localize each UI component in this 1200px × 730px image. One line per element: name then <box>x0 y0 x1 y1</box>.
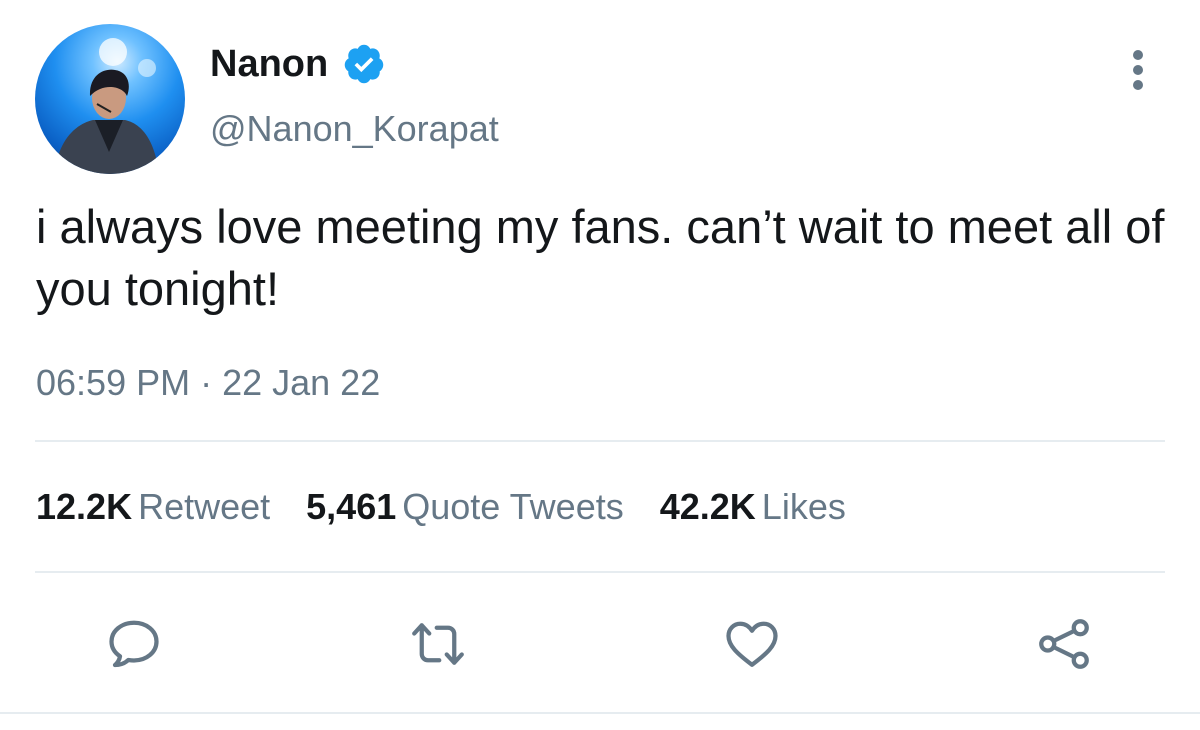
user-handle[interactable]: @Nanon_Korapat <box>210 106 499 152</box>
like-button[interactable] <box>722 614 782 674</box>
retweets-count: 12.2K <box>36 486 133 527</box>
heart-icon <box>726 621 778 667</box>
retweet-button[interactable] <box>408 614 468 674</box>
divider <box>35 571 1165 573</box>
avatar-image <box>55 38 159 174</box>
likes-stat[interactable]: 42.2K Likes <box>660 484 846 530</box>
likes-label: Likes <box>761 486 846 527</box>
quote-tweets-count: 5,461 <box>306 486 397 527</box>
engagement-stats: 12.2K Retweet 5,461 Quote Tweets 42.2K Likes <box>36 484 882 530</box>
tweet-card: Nanon @Nanon_Korapat i always love meeti… <box>0 0 1200 730</box>
divider <box>0 712 1200 714</box>
more-options-icon[interactable] <box>1124 50 1152 100</box>
comment-icon <box>109 620 159 668</box>
avatar[interactable] <box>35 24 185 174</box>
retweet-icon <box>412 623 464 665</box>
divider <box>35 440 1165 442</box>
verified-badge-icon <box>344 44 384 84</box>
quote-tweets-stat[interactable]: 5,461 Quote Tweets <box>306 484 624 530</box>
reply-button[interactable] <box>104 614 164 674</box>
tweet-timestamp[interactable]: 06:59 PM · 22 Jan 22 <box>36 360 380 406</box>
likes-count: 42.2K <box>659 486 756 527</box>
display-name[interactable]: Nanon <box>210 40 328 88</box>
share-icon <box>1039 619 1089 669</box>
tweet-text: i always love meeting my fans. can’t wai… <box>36 200 1165 315</box>
retweets-label: Retweet <box>138 486 271 527</box>
retweets-stat[interactable]: 12.2K Retweet <box>36 484 270 530</box>
quote-tweets-label: Quote Tweets <box>402 486 624 527</box>
share-button[interactable] <box>1034 614 1094 674</box>
